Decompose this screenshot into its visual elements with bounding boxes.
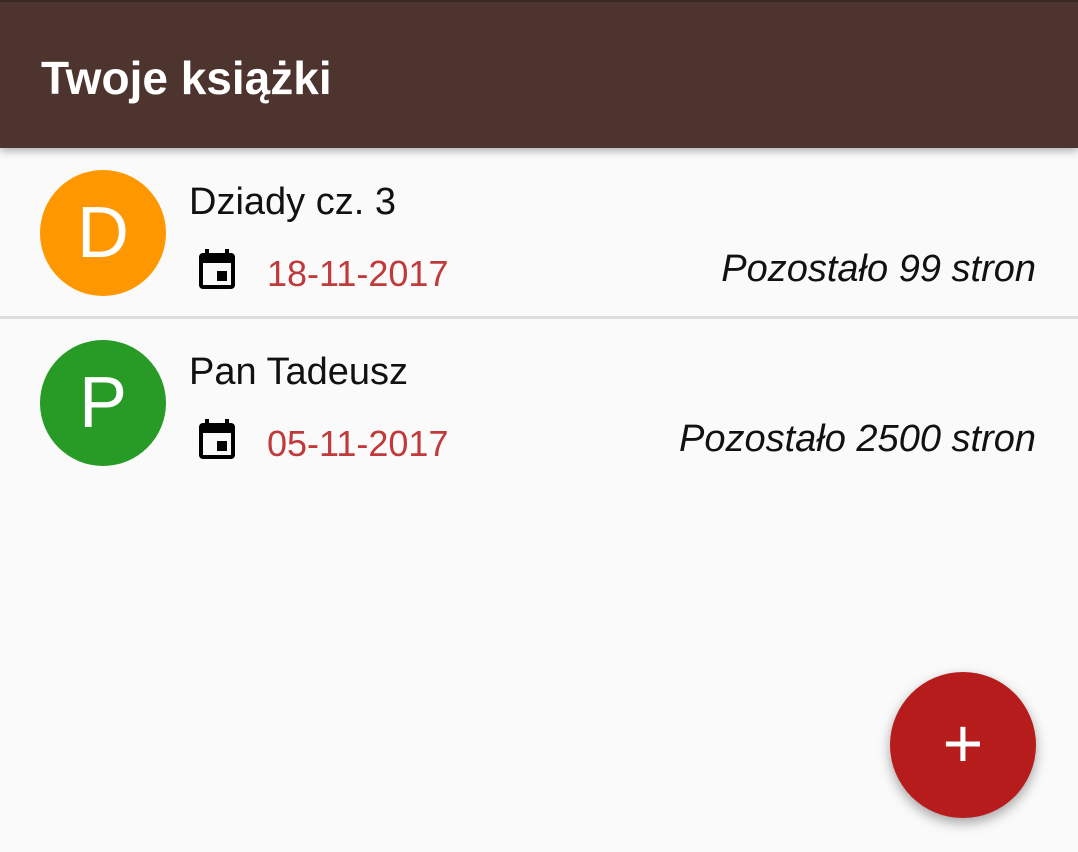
book-list-item[interactable]: P Pan Tadeusz 05-11-2017 Pozostało 2500 … [0, 320, 1078, 488]
plus-icon: + [942, 704, 984, 782]
pages-remaining: Pozostało 99 stron [721, 248, 1036, 290]
book-title: Pan Tadeusz [189, 351, 409, 393]
avatar: D [40, 170, 166, 296]
add-book-button[interactable]: + [890, 672, 1036, 818]
divider [0, 316, 1078, 319]
page-title: Twoje książki [41, 52, 332, 104]
pages-remaining: Pozostało 2500 stron [678, 418, 1036, 460]
app-bar: Twoje książki [0, 0, 1078, 148]
book-date: 05-11-2017 [267, 423, 449, 464]
book-list-item[interactable]: D Dziady cz. 3 18-11-2017 Pozostało 99 s… [0, 150, 1078, 318]
book-date: 18-11-2017 [267, 253, 449, 294]
calendar-icon [199, 249, 235, 289]
book-title: Dziady cz. 3 [189, 181, 396, 223]
avatar: P [40, 340, 166, 466]
calendar-icon [199, 419, 235, 459]
